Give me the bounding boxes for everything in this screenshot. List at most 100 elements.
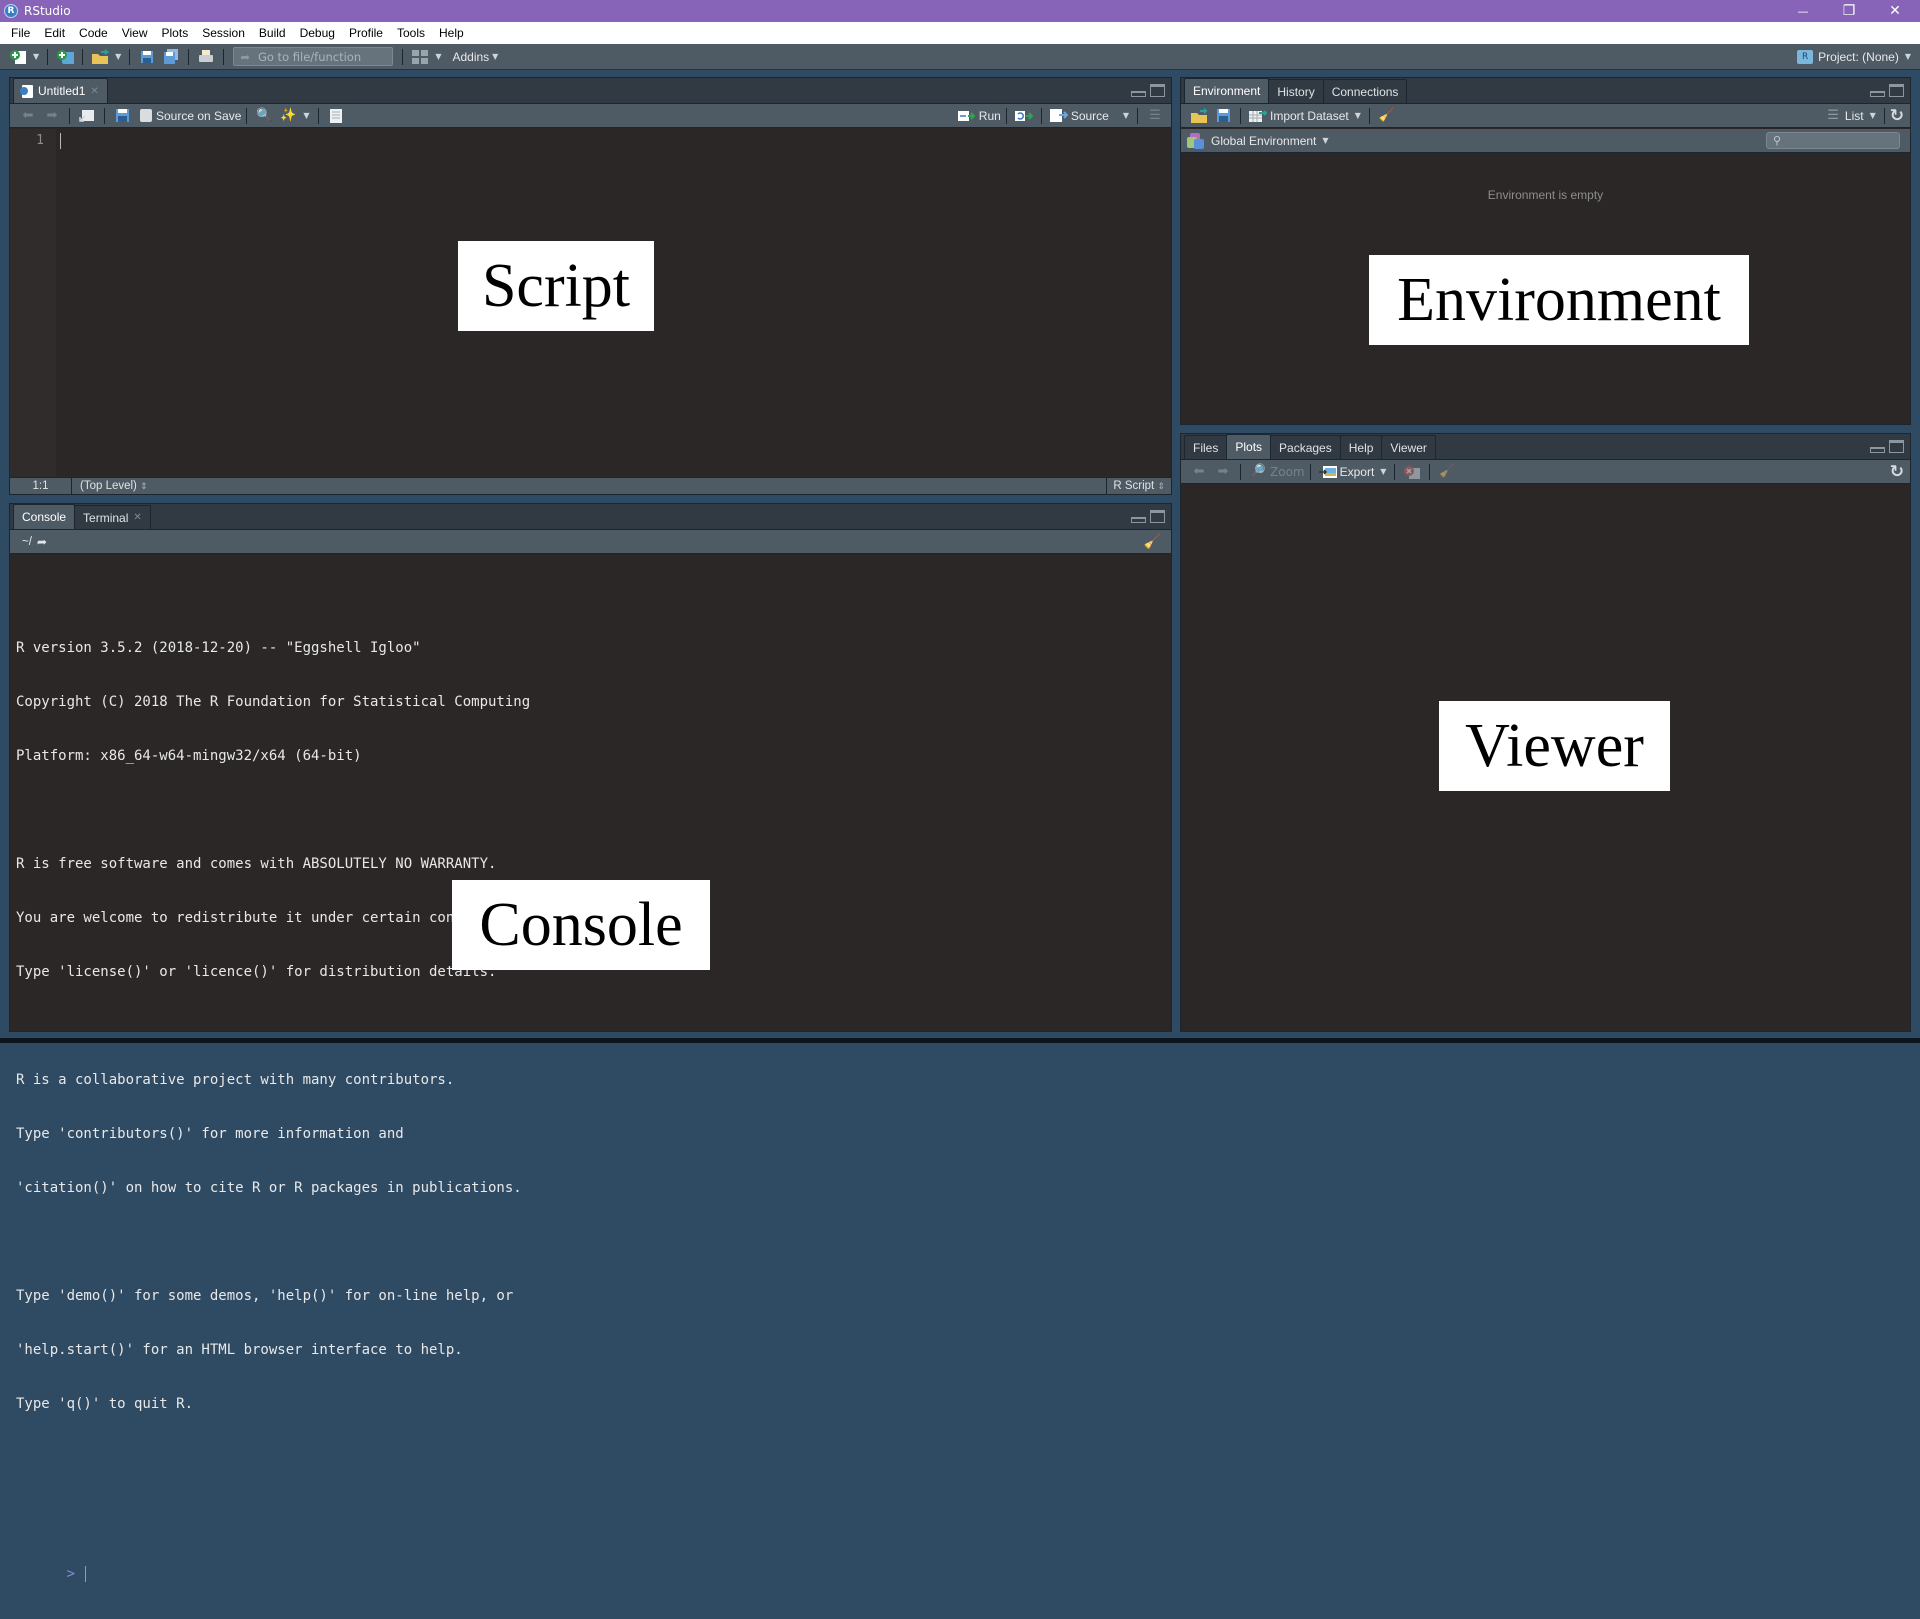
clear-plots-broom-icon[interactable]: 🧹 — [1438, 464, 1456, 480]
minimize-pane-icon[interactable] — [1870, 91, 1885, 97]
tab-packages[interactable]: Packages — [1270, 435, 1341, 459]
maximize-pane-icon[interactable] — [1889, 84, 1904, 97]
source-dropdown-icon[interactable]: ▼ — [1123, 111, 1129, 120]
document-outline-icon[interactable]: ☰ — [1146, 108, 1164, 124]
menu-plots[interactable]: Plots — [155, 26, 196, 40]
viewer-overlay-label: Viewer — [1439, 701, 1670, 791]
menu-tools[interactable]: Tools — [390, 26, 432, 40]
show-in-new-window-icon[interactable] — [78, 108, 96, 124]
load-workspace-icon[interactable] — [1190, 107, 1208, 124]
toolbar-separator — [246, 107, 248, 124]
global-environment-selector[interactable]: Global Environment — [1211, 134, 1316, 148]
menu-code[interactable]: Code — [72, 26, 115, 40]
menu-edit[interactable]: Edit — [37, 26, 72, 40]
menu-build[interactable]: Build — [252, 26, 293, 40]
new-file-icon[interactable] — [9, 49, 27, 65]
clear-console-broom-icon[interactable]: 🧹 — [1144, 534, 1161, 550]
rerun-region-icon[interactable] — [1014, 108, 1033, 124]
close-button[interactable]: ✕ — [1872, 0, 1918, 22]
export-image-icon[interactable] — [1318, 464, 1337, 480]
print-icon[interactable] — [197, 49, 215, 65]
tab-viewer[interactable]: Viewer — [1381, 435, 1436, 459]
close-tab-icon[interactable]: ✕ — [90, 86, 98, 97]
export-button[interactable]: Export — [1340, 465, 1375, 479]
zoom-button[interactable]: Zoom — [1270, 465, 1305, 479]
source-on-save-label: Source on Save — [156, 108, 242, 123]
save-workspace-icon[interactable] — [1214, 108, 1232, 124]
close-terminal-icon[interactable]: ✕ — [133, 512, 141, 523]
restore-button[interactable]: ❐ — [1826, 0, 1872, 22]
back-arrow-icon[interactable]: ⬅ — [19, 108, 37, 124]
open-file-dropdown-icon[interactable]: ▼ — [115, 52, 121, 61]
maximize-pane-icon[interactable] — [1150, 510, 1165, 523]
scope-selector[interactable]: (Top Level) ⇕ — [72, 480, 148, 492]
refresh-icon[interactable]: ↻ — [1890, 462, 1904, 482]
view-mode-dropdown-icon[interactable]: ▼ — [1870, 111, 1876, 120]
menu-help[interactable]: Help — [432, 26, 471, 40]
tab-console[interactable]: Console — [13, 504, 76, 529]
console-input-line[interactable]: > — [16, 1547, 1171, 1582]
save-all-icon[interactable] — [162, 48, 180, 65]
minimize-pane-icon[interactable] — [1131, 517, 1146, 523]
pane-layout-icon[interactable] — [411, 49, 429, 65]
zoom-icon[interactable]: 🔎 — [1249, 464, 1267, 480]
view-mode-selector[interactable]: List — [1845, 109, 1864, 123]
tab-files[interactable]: Files — [1184, 435, 1228, 459]
project-menu[interactable]: R Project: (None) ▼ — [1797, 49, 1920, 64]
clear-workspace-broom-icon[interactable]: 🧹 — [1378, 108, 1396, 124]
tab-terminal[interactable]: Terminal ✕ — [74, 505, 151, 529]
code-editor[interactable]: 1 Script — [10, 129, 1171, 477]
minimize-button[interactable]: — — [1780, 0, 1826, 22]
pane-layout-dropdown-icon[interactable]: ▼ — [435, 52, 441, 61]
find-replace-icon[interactable]: 🔍 — [255, 108, 273, 124]
code-tools-dropdown-icon[interactable]: ▼ — [303, 111, 309, 120]
new-project-icon[interactable] — [56, 49, 75, 65]
goto-file-function-input[interactable]: ➦ Go to file/function — [233, 47, 394, 66]
menu-file[interactable]: File — [4, 26, 37, 40]
tab-history[interactable]: History — [1268, 79, 1324, 103]
go-to-directory-icon[interactable]: ➦ — [37, 535, 47, 549]
menu-debug[interactable]: Debug — [293, 26, 342, 40]
source-file-icon[interactable] — [1049, 108, 1068, 124]
previous-plot-icon[interactable]: ⬅ — [1190, 464, 1208, 480]
open-file-icon[interactable] — [91, 48, 110, 65]
export-dropdown-icon[interactable]: ▼ — [1380, 467, 1386, 476]
editor-tab-untitled1[interactable]: Untitled1 ✕ — [13, 78, 108, 103]
save-icon[interactable] — [138, 49, 156, 65]
remove-plot-icon[interactable] — [1403, 464, 1421, 480]
save-file-icon[interactable] — [113, 108, 131, 124]
file-type-selector[interactable]: R Script ⇕ — [1106, 478, 1171, 494]
new-file-dropdown-icon[interactable]: ▼ — [33, 52, 39, 61]
script-overlay-label: Script — [458, 241, 654, 331]
tab-help[interactable]: Help — [1339, 435, 1383, 459]
source-button[interactable]: Source — [1071, 109, 1109, 123]
import-dataset-icon[interactable] — [1249, 108, 1267, 124]
next-plot-icon[interactable]: ➡ — [1214, 464, 1232, 480]
run-button[interactable]: Run — [979, 109, 1001, 123]
minimize-pane-icon[interactable] — [1870, 447, 1885, 453]
addins-menu[interactable]: Addins — [452, 50, 489, 64]
refresh-icon[interactable]: ↻ — [1890, 106, 1904, 126]
minimize-pane-icon[interactable] — [1131, 91, 1146, 97]
tab-plots[interactable]: Plots — [1226, 434, 1272, 459]
maximize-pane-icon[interactable] — [1150, 84, 1165, 97]
menu-session[interactable]: Session — [195, 26, 252, 40]
environment-search-input[interactable]: ⚲ — [1766, 132, 1900, 149]
menu-view[interactable]: View — [115, 26, 155, 40]
forward-arrow-icon[interactable]: ➡ — [43, 108, 61, 124]
tab-connections[interactable]: Connections — [1322, 79, 1408, 103]
environment-scope-dropdown-icon[interactable]: ▼ — [1322, 136, 1328, 145]
toolbar-separator — [1429, 463, 1431, 480]
addins-dropdown-icon[interactable]: ▼ — [492, 52, 498, 61]
tab-environment[interactable]: Environment — [1184, 78, 1270, 103]
import-dataset-button[interactable]: Import Dataset — [1270, 109, 1349, 123]
compile-report-icon[interactable] — [327, 108, 345, 124]
run-line-icon[interactable] — [957, 108, 976, 124]
import-dataset-dropdown-icon[interactable]: ▼ — [1355, 111, 1361, 120]
console-output[interactable]: R version 3.5.2 (2018-12-20) -- "Eggshel… — [10, 555, 1171, 1582]
maximize-pane-icon[interactable] — [1889, 440, 1904, 453]
main-toolbar: ▼ ▼ ➦ Go to file/function ▼ Addins ▼ R P… — [0, 44, 1920, 70]
source-on-save-checkbox[interactable] — [140, 109, 152, 122]
menu-profile[interactable]: Profile — [342, 26, 390, 40]
code-tools-wand-icon[interactable]: ✨ — [279, 108, 297, 124]
